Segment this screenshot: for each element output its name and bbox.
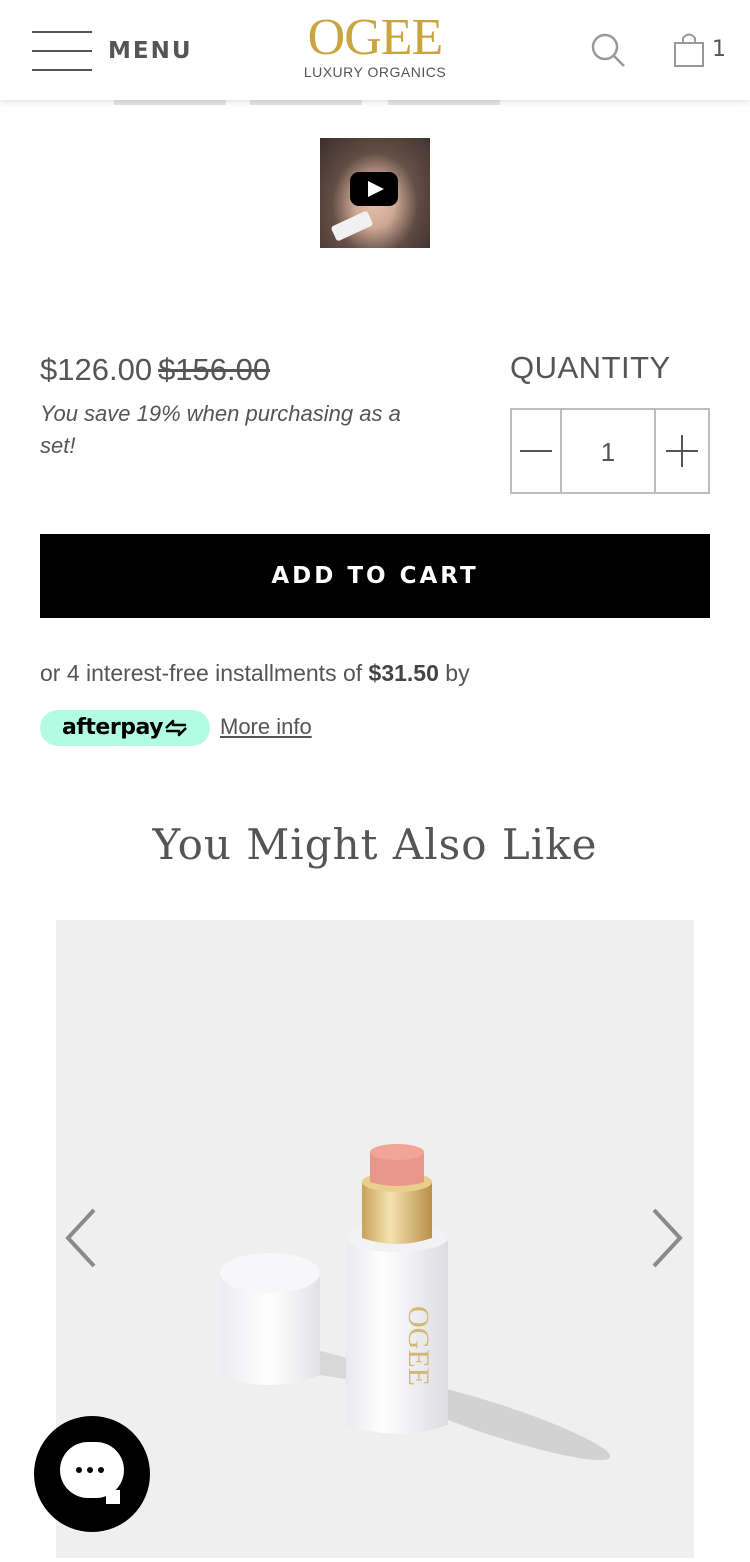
logo-tagline: LUXURY ORGANICS: [303, 64, 447, 80]
installments-text: or 4 interest-free installments of $31.5…: [40, 660, 470, 687]
afterpay-arrows-icon: [165, 719, 187, 737]
menu-button[interactable]: MENU: [32, 28, 193, 74]
price-original: $156.00: [158, 352, 271, 387]
thumbnail[interactable]: [250, 100, 362, 105]
brand-logo[interactable]: OGEE LUXURY ORGANICS: [290, 9, 460, 81]
product-brand-text: OGEE: [402, 1306, 435, 1386]
logo-wordmark: OGEE: [307, 9, 444, 66]
thumbnail[interactable]: [388, 100, 500, 105]
installments-prefix: or 4 interest-free installments of: [40, 660, 369, 686]
price-current: $126.00: [40, 352, 153, 387]
cart-count-badge[interactable]: 1: [712, 37, 726, 62]
chevron-left-icon[interactable]: [62, 1206, 102, 1270]
installments-suffix: by: [438, 660, 470, 686]
afterpay-wordmark: afterpay: [62, 715, 163, 740]
cart-bag-icon[interactable]: [672, 32, 706, 68]
hamburger-icon: [32, 29, 92, 73]
menu-label: MENU: [108, 38, 193, 64]
chat-icon: [60, 1442, 124, 1504]
site-header: MENU OGEE LUXURY ORGANICS 1: [0, 0, 750, 100]
chat-button[interactable]: [34, 1416, 150, 1532]
quantity-stepper: 1: [510, 408, 710, 494]
video-thumbnail[interactable]: [320, 138, 430, 248]
image-thumbnail-strip: [114, 100, 514, 106]
minus-icon[interactable]: [512, 410, 562, 492]
quantity-input[interactable]: 1: [562, 410, 656, 492]
product-image[interactable]: OGEE: [56, 920, 694, 1558]
savings-note: You save 19% when purchasing as a set!: [40, 401, 401, 458]
add-to-cart-button[interactable]: ADD TO CART: [40, 534, 710, 618]
more-info-link[interactable]: More info: [220, 714, 312, 740]
thumbnail[interactable]: [114, 100, 226, 105]
product-carousel: OGEE: [56, 920, 694, 1558]
price: $126.00 $156.00: [40, 352, 270, 388]
play-icon[interactable]: [350, 172, 398, 206]
recommendations-title: You Might Also Like: [152, 820, 598, 869]
chevron-right-icon[interactable]: [648, 1206, 688, 1270]
plus-icon[interactable]: [656, 410, 708, 492]
afterpay-logo: afterpay: [40, 710, 210, 746]
search-icon[interactable]: [590, 32, 626, 68]
quantity-label: QUANTITY: [510, 350, 671, 385]
installment-amount: $31.50: [368, 660, 439, 686]
